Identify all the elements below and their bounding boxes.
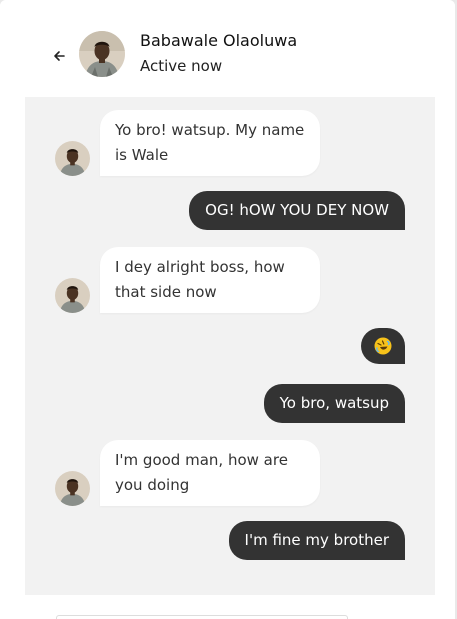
chat-header: Babawale Olaoluwa Active now: [0, 0, 455, 97]
chat-window: Babawale Olaoluwa Active now Yo bro! wat…: [0, 0, 455, 619]
outgoing-message: Yo bro, watsup: [263, 384, 405, 423]
contact-status: Active now: [140, 57, 223, 75]
incoming-message: I dey alright boss, how that side now: [100, 247, 320, 313]
contact-name: Babawale Olaoluwa: [140, 31, 298, 50]
message-list[interactable]: Yo bro! watsup. My name is Wale OG! hOW …: [25, 97, 435, 595]
incoming-message: I'm good man, how are you doing: [100, 440, 320, 506]
contact-avatar: [79, 31, 125, 77]
outgoing-message: I'm fine my brother: [228, 521, 405, 560]
back-button[interactable]: [50, 46, 68, 66]
arrow-left-icon: [54, 51, 65, 61]
outgoing-message: OG! hOW YOU DEY NOW: [189, 191, 405, 230]
sender-avatar: [55, 471, 90, 506]
sender-avatar: [55, 278, 90, 313]
rolling-on-floor-laughing-emoji-icon: [374, 337, 392, 355]
message-input[interactable]: [56, 615, 348, 619]
outgoing-emoji-message: [361, 328, 405, 364]
incoming-message: Yo bro! watsup. My name is Wale: [100, 110, 320, 176]
sender-avatar: [55, 141, 90, 176]
message-composer: [0, 595, 455, 619]
